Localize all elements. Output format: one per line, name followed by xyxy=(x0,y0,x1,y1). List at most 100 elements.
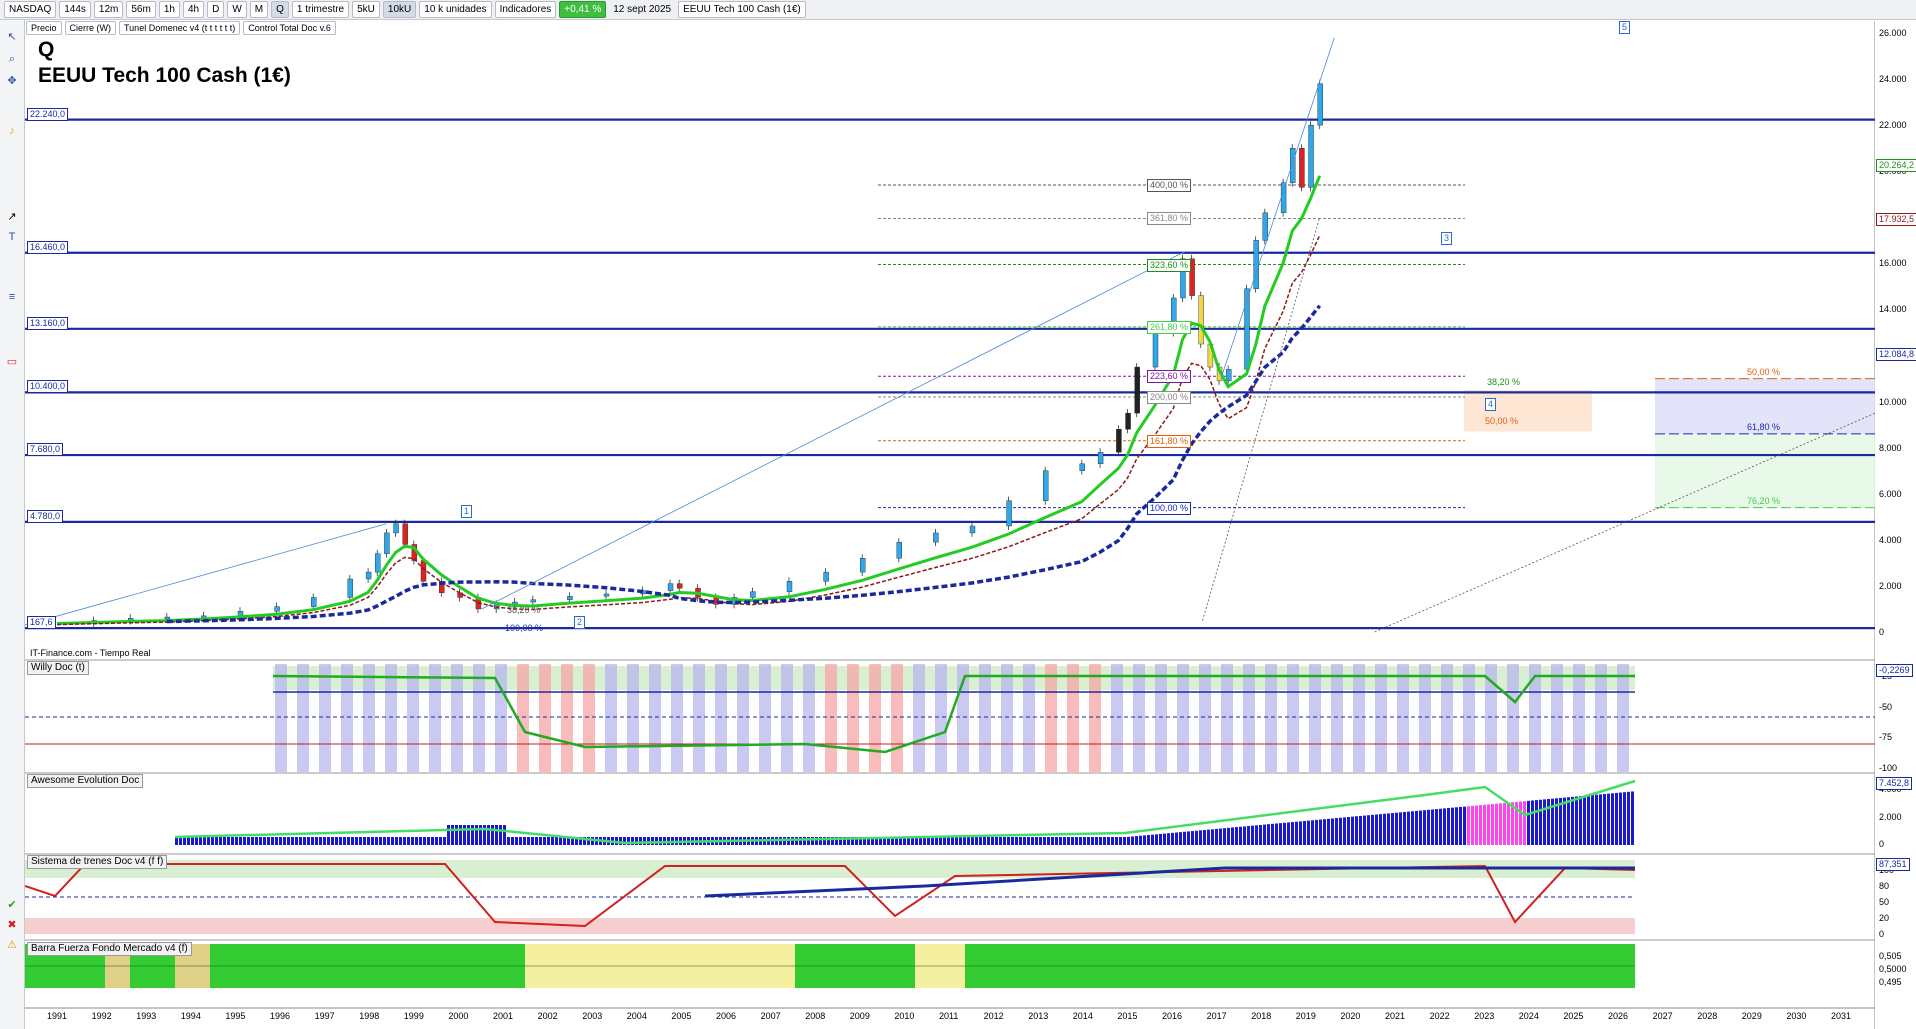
awesome-bar xyxy=(1071,837,1074,845)
tf-56m[interactable]: 56m xyxy=(126,1,156,18)
units-5ku[interactable]: 5kU xyxy=(352,1,380,18)
awesome-bar xyxy=(1315,819,1318,845)
date-label: 12 sept 2025 xyxy=(613,4,672,15)
awesome-bar xyxy=(1003,837,1006,845)
willy-bar xyxy=(1375,664,1387,772)
awesome-bar xyxy=(983,837,986,845)
awesome-bar xyxy=(1535,800,1538,845)
awesome-bar xyxy=(1415,810,1418,845)
awesome-bar xyxy=(1111,837,1114,845)
right-fib-label: 61,80 % xyxy=(1747,421,1781,432)
willy-bar xyxy=(341,664,353,772)
wave-label: 2 xyxy=(574,616,586,629)
units-10ku[interactable]: 10kU xyxy=(382,1,417,18)
panel-axis-tick: 2.000 xyxy=(1879,811,1902,822)
willy-bar xyxy=(935,664,947,772)
awesome-bar xyxy=(1583,795,1586,845)
panel-axis-tick: 0 xyxy=(1879,839,1885,849)
awesome-bar xyxy=(351,837,354,845)
tf-12m[interactable]: 12m xyxy=(93,1,124,18)
cursor-icon[interactable]: ↖ xyxy=(4,30,20,44)
awesome-bar xyxy=(435,837,438,845)
tf-144s[interactable]: 144s xyxy=(59,1,91,18)
awesome-bar xyxy=(1403,811,1406,845)
willy-bar xyxy=(891,664,903,772)
tf-d[interactable]: D xyxy=(207,1,225,18)
warning-icon[interactable]: ⚠ xyxy=(4,938,20,952)
fib-label: 200,00 % xyxy=(1147,391,1192,404)
hand-icon[interactable]: ✥ xyxy=(4,74,20,88)
awesome-bar xyxy=(1295,821,1298,845)
year-label: 2010 xyxy=(894,1011,915,1021)
fib-icon[interactable]: ≡ xyxy=(4,290,20,304)
awesome-bar xyxy=(467,825,470,845)
bell-icon[interactable]: ♪ xyxy=(4,124,20,138)
awesome-bar xyxy=(1575,796,1578,845)
year-label: 1999 xyxy=(403,1011,424,1021)
symbol-selector[interactable]: NASDAQ xyxy=(4,1,57,18)
awesome-bar xyxy=(1367,815,1370,845)
awesome-bar xyxy=(1031,837,1034,845)
candle xyxy=(457,592,463,598)
awesome-bar xyxy=(1411,811,1414,845)
trendline-dotted xyxy=(1202,217,1321,621)
level-label: 167,6 xyxy=(27,616,56,630)
awesome-bar xyxy=(427,837,430,845)
year-label: 2015 xyxy=(1117,1011,1138,1021)
candle xyxy=(402,523,408,545)
awesome-bar xyxy=(315,837,318,845)
awesome-bar xyxy=(955,837,958,845)
awesome-bar xyxy=(263,837,266,845)
chart-title: EEUU Tech 100 Cash (1€) xyxy=(38,64,291,87)
awesome-bar xyxy=(255,837,258,845)
line-icon[interactable]: ↗ xyxy=(4,210,20,224)
tf-1h[interactable]: 1h xyxy=(158,1,180,18)
cross-icon[interactable]: ✖ xyxy=(4,918,20,932)
awesome-bar xyxy=(1435,809,1438,845)
fib-label: 161,80 % xyxy=(1147,434,1192,448)
price-axis[interactable]: 26.00024.00022.00020.00018.00016.00014.0… xyxy=(1875,21,1916,1029)
willy-bar xyxy=(1331,664,1343,772)
panel-axis-tick: 50 xyxy=(1879,897,1890,907)
quantity-select[interactable]: 10 k unidades xyxy=(419,1,492,18)
awesome-bar xyxy=(1039,837,1042,845)
awesome-bar xyxy=(223,837,226,845)
willy-bar xyxy=(1507,664,1519,772)
indicators-button[interactable]: Indicadores xyxy=(494,1,557,18)
awesome-bar xyxy=(211,837,214,845)
year-label: 2028 xyxy=(1697,1011,1718,1021)
tf-w[interactable]: W xyxy=(227,1,247,18)
fib-label: 261,80 % xyxy=(1147,320,1192,334)
year-label: 2013 xyxy=(1028,1011,1049,1021)
willy-bar xyxy=(1265,664,1277,772)
zoom-icon[interactable]: ⌕ xyxy=(4,52,20,66)
awesome-bar xyxy=(943,837,946,845)
awesome-bar xyxy=(1615,792,1618,845)
awesome-bar xyxy=(183,837,186,845)
check-icon[interactable]: ✔ xyxy=(4,898,20,912)
awesome-bar xyxy=(559,837,562,845)
awesome-bar xyxy=(1347,817,1350,845)
price-chart[interactable] xyxy=(25,21,1875,1029)
year-label: 1995 xyxy=(225,1011,246,1021)
awesome-bar xyxy=(1095,837,1098,845)
rectangle-icon[interactable]: ▭ xyxy=(4,355,20,369)
awesome-bar xyxy=(1399,812,1402,845)
tf-4h[interactable]: 4h xyxy=(182,1,205,18)
awesome-bar xyxy=(1351,816,1354,845)
awesome-bar xyxy=(1471,805,1474,845)
year-label: 1991 xyxy=(47,1011,68,1021)
tf-m[interactable]: M xyxy=(249,1,269,18)
text-icon[interactable]: T xyxy=(4,230,20,244)
awesome-bar xyxy=(975,837,978,845)
candle xyxy=(1225,369,1232,382)
awesome-bar xyxy=(371,837,374,845)
willy-bar xyxy=(297,664,309,772)
period-select[interactable]: 1 trimestre xyxy=(291,1,350,18)
fib-label: 223,60 % xyxy=(1147,370,1192,384)
tf-q[interactable]: Q xyxy=(271,1,289,18)
year-label: 2003 xyxy=(582,1011,603,1021)
awesome-bar xyxy=(431,837,434,845)
awesome-bar xyxy=(215,837,218,845)
trenes-band-bottom xyxy=(25,918,1635,934)
